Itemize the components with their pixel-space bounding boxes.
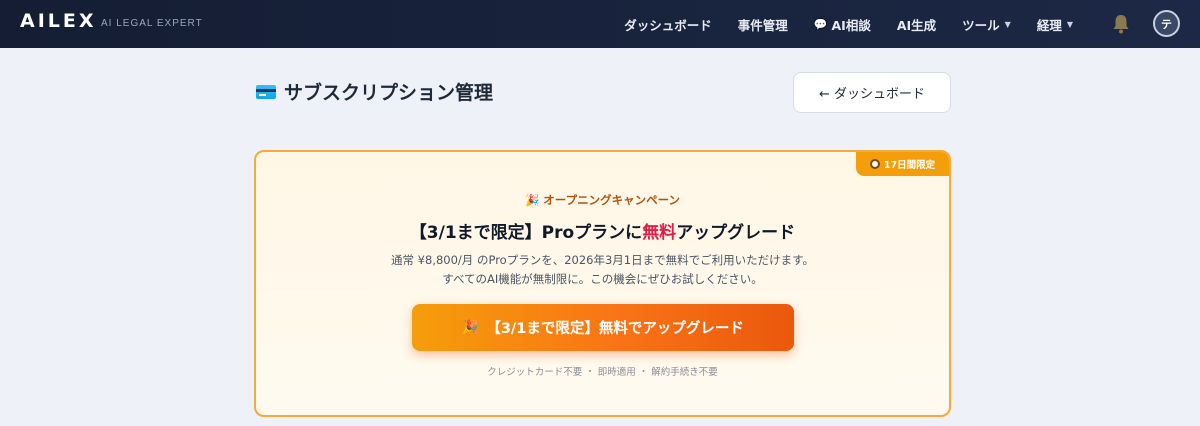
chat-bubble-icon: 💬	[813, 17, 828, 31]
nav-ai-generate-label: AI生成	[896, 17, 937, 33]
brand-subtitle: AI LEGAL EXPERT	[101, 18, 203, 29]
campaign-card: 17日間限定 🎉 オープニングキャンペーン 【3/1まで限定】Proプランに無料…	[254, 150, 951, 417]
limited-time-badge-label: 17日間限定	[883, 160, 936, 171]
nav-cases[interactable]: 事件管理	[725, 0, 801, 48]
page-header: サブスクリプション管理	[256, 78, 493, 105]
nav-ai-consult-label: AI相談	[831, 17, 871, 33]
campaign-title-suffix: アップグレード	[676, 223, 796, 243]
top-navbar: AILEX AI LEGAL EXPERT ダッシュボード 事件管理 💬 AI相…	[0, 0, 1200, 48]
back-to-dashboard-button[interactable]: ← ダッシュボード	[793, 72, 951, 113]
chevron-down-icon: ▼	[1066, 19, 1073, 29]
credit-card-icon	[256, 84, 276, 99]
campaign-title-highlight: 無料	[642, 223, 677, 243]
nav-tools-dropdown[interactable]: ツール ▼	[949, 0, 1024, 48]
user-avatar[interactable]: テ	[1153, 10, 1180, 37]
campaign-title-prefix: 【3/1まで限定】Proプランに	[409, 223, 643, 243]
campaign-description: 通常 ¥8,800/月 のProプランを、2026年3月1日まで無料でご利用いた…	[256, 251, 949, 289]
main-nav: ダッシュボード 事件管理 💬 AI相談 AI生成 ツール ▼ 経理 ▼	[611, 0, 1086, 48]
clock-icon	[869, 159, 880, 169]
party-popper-icon: 🎉	[462, 320, 479, 335]
nav-tools-label: ツール	[962, 17, 1000, 33]
campaign-description-line1: 通常 ¥8,800/月 のProプランを、2026年3月1日まで無料でご利用いた…	[391, 253, 814, 267]
free-upgrade-button-label: 【3/1まで限定】無料でアップグレード	[486, 321, 744, 337]
page-title: サブスクリプション管理	[284, 82, 494, 104]
free-upgrade-button[interactable]: 🎉 【3/1まで限定】無料でアップグレード	[412, 304, 794, 351]
nav-dashboard[interactable]: ダッシュボード	[611, 0, 725, 48]
campaign-title: 【3/1まで限定】Proプランに無料アップグレード	[256, 218, 949, 243]
brand-logo[interactable]: AILEX	[20, 10, 97, 32]
nav-accounting-label: 経理	[1036, 17, 1062, 33]
bell-icon[interactable]	[1112, 14, 1130, 34]
nav-ai-generate[interactable]: AI生成	[884, 0, 949, 48]
nav-ai-consult[interactable]: 💬 AI相談	[801, 0, 884, 48]
campaign-eyebrow: 🎉 オープニングキャンペーン	[524, 193, 681, 207]
nav-dashboard-label: ダッシュボード	[624, 17, 712, 33]
limited-time-badge: 17日間限定	[856, 152, 949, 176]
campaign-description-line2: すべてのAI機能が無制限に。この機会にぜひお試しください。	[442, 272, 763, 286]
chevron-down-icon: ▼	[1004, 19, 1011, 29]
campaign-fine-print: クレジットカード不要 ・ 即時適用 ・ 解約手続き不要	[487, 367, 718, 378]
nav-cases-label: 事件管理	[737, 17, 788, 33]
nav-accounting-dropdown[interactable]: 経理 ▼	[1024, 0, 1086, 48]
